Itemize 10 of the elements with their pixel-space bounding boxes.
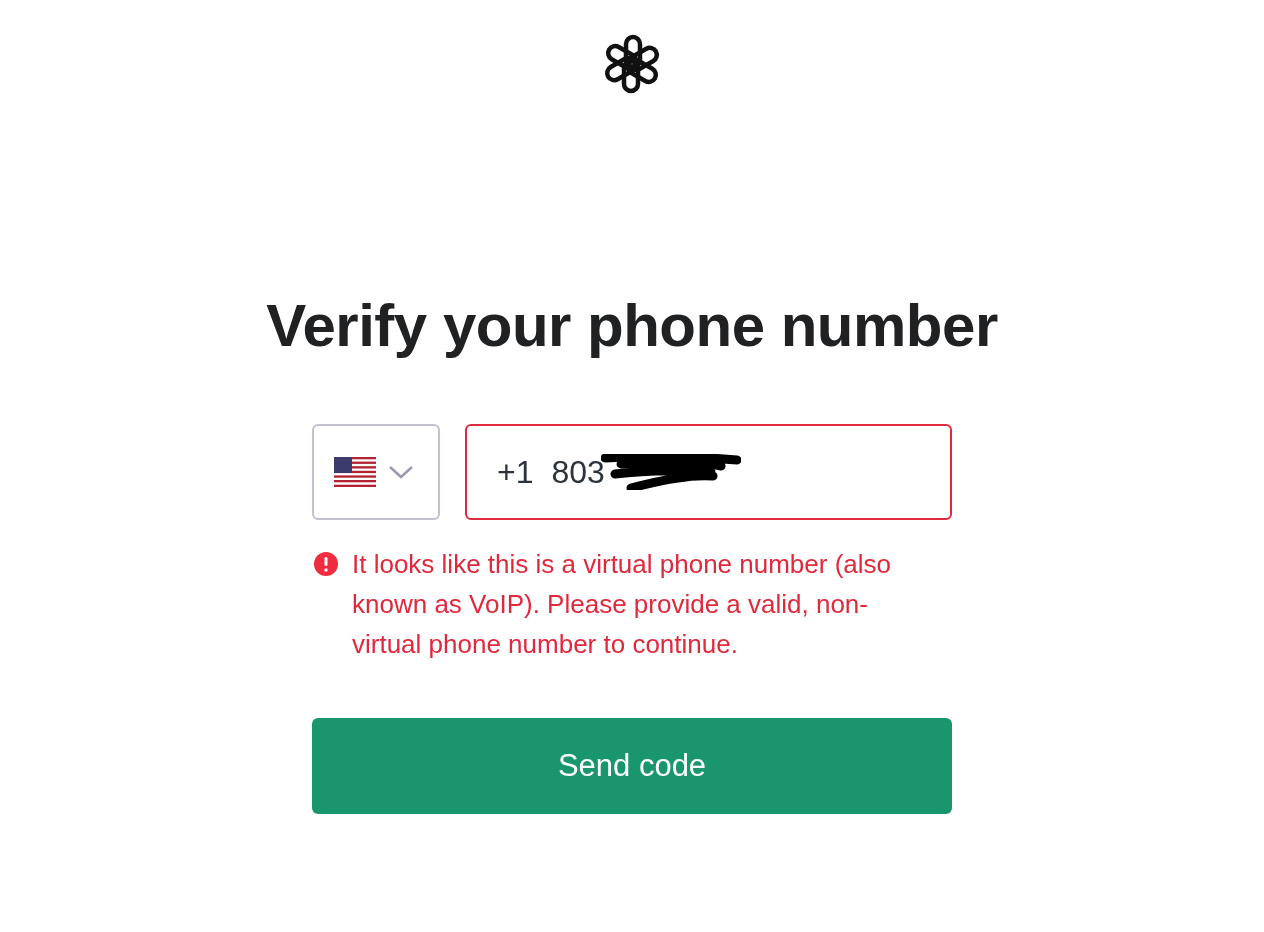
- phone-number: 803: [551, 454, 605, 490]
- error-message: It looks like this is a virtual phone number (also known as VoIP). Please provide a valid, non-virtual phone number to continue.: [352, 548, 893, 661]
- chevron-down-icon: [388, 464, 414, 480]
- page-heading: Verify your phone number: [266, 291, 998, 361]
- error-icon: [314, 552, 338, 576]
- country-code: +1: [497, 453, 534, 492]
- country-select[interactable]: [312, 424, 440, 520]
- flag-icon: [334, 457, 376, 487]
- phone-field[interactable]: +1 803: [465, 424, 952, 520]
- send-code-button[interactable]: Send code: [312, 718, 952, 814]
